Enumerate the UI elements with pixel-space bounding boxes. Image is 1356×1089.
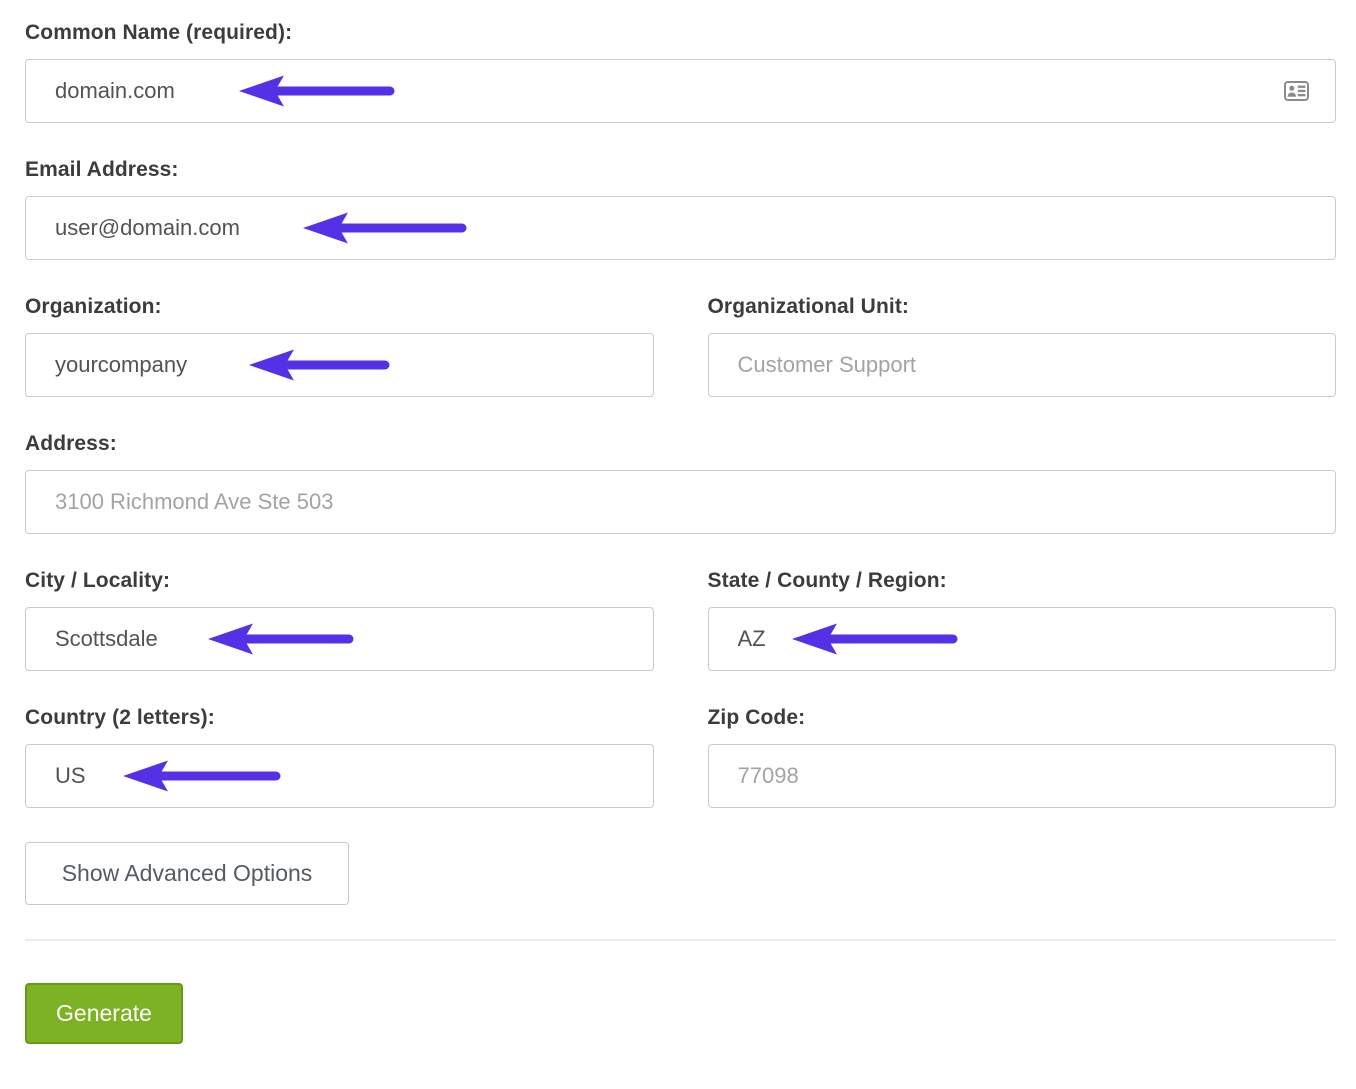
common-name-label: Common Name (required): (25, 20, 1336, 46)
zip-input[interactable] (708, 744, 1337, 808)
field-address: Address: (25, 431, 1336, 534)
country-input[interactable] (25, 744, 654, 808)
address-label: Address: (25, 431, 1336, 457)
city-input[interactable] (25, 607, 654, 671)
zip-label: Zip Code: (708, 705, 1337, 731)
country-label: Country (2 letters): (25, 705, 654, 731)
address-input[interactable] (25, 470, 1336, 534)
field-country: Country (2 letters): (25, 705, 654, 808)
section-divider (25, 939, 1336, 941)
state-label: State / County / Region: (708, 568, 1337, 594)
field-common-name: Common Name (required): (25, 20, 1336, 123)
organization-label: Organization: (25, 294, 654, 320)
email-label: Email Address: (25, 157, 1336, 183)
field-organization: Organization: (25, 294, 654, 397)
organizational-unit-input[interactable] (708, 333, 1337, 397)
field-state: State / County / Region: (708, 568, 1337, 671)
state-input[interactable] (708, 607, 1337, 671)
field-email: Email Address: (25, 157, 1336, 260)
field-organizational-unit: Organizational Unit: (708, 294, 1337, 397)
organizational-unit-label: Organizational Unit: (708, 294, 1337, 320)
field-row-organization: Organization: Organizational Unit: (25, 294, 1336, 397)
contact-card-icon[interactable] (1284, 81, 1309, 101)
generate-button[interactable]: Generate (25, 983, 183, 1044)
common-name-input[interactable] (25, 59, 1336, 123)
field-city: City / Locality: (25, 568, 654, 671)
show-advanced-options-button[interactable]: Show Advanced Options (25, 842, 349, 905)
field-row-country-zip: Country (2 letters): Zip Code: (25, 705, 1336, 808)
csr-form: Common Name (required): Email Address: (0, 0, 1356, 1089)
city-label: City / Locality: (25, 568, 654, 594)
email-input[interactable] (25, 196, 1336, 260)
field-zip: Zip Code: (708, 705, 1337, 808)
organization-input[interactable] (25, 333, 654, 397)
field-row-city-state: City / Locality: State / County / Region… (25, 568, 1336, 671)
